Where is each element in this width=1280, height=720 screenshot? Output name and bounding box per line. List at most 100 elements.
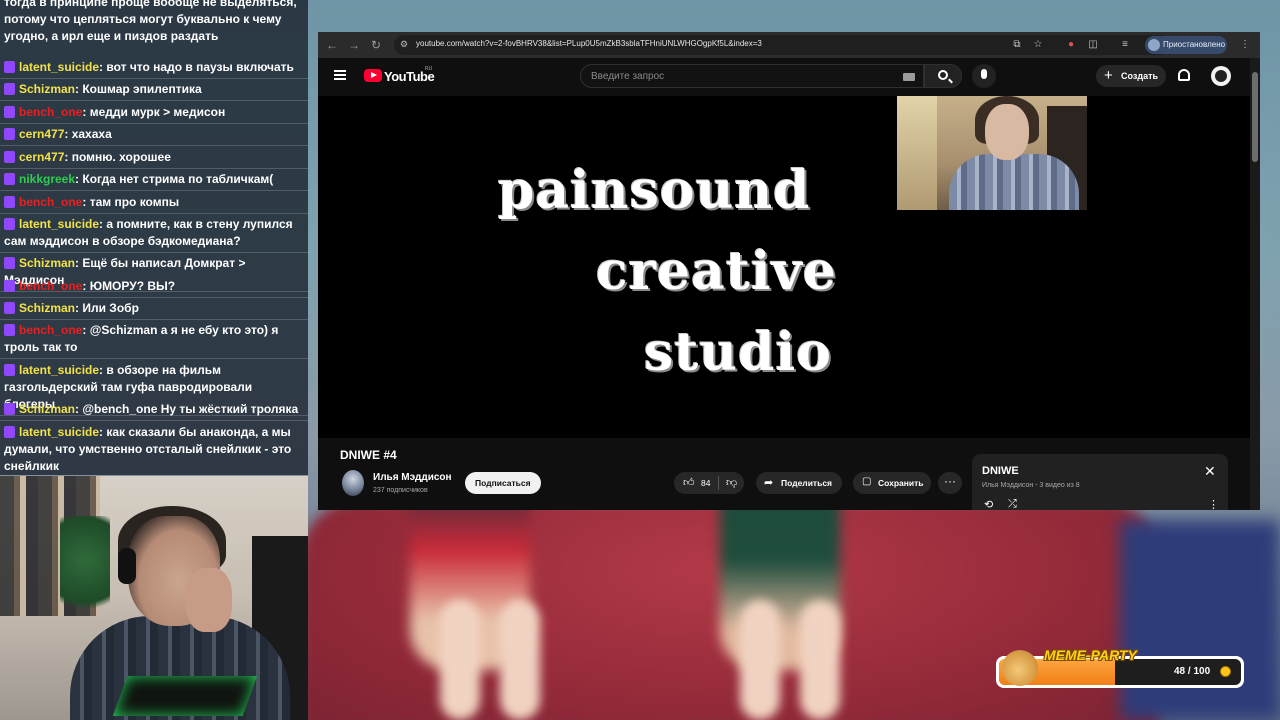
voice-search-button[interactable] [972, 64, 996, 88]
user-avatar[interactable] [1211, 66, 1231, 86]
meme-party-widget: 48 / 100 MEME-PARTY [996, 647, 1244, 688]
chat-message-text: : Или Зобр [75, 301, 139, 315]
hamburger-menu-icon[interactable] [334, 70, 346, 80]
microphone-icon [981, 69, 987, 79]
chat-message: latent_suicide: а помните, как в стену л… [0, 214, 308, 253]
profile-avatar [1148, 39, 1160, 51]
twitch-badge-icon [4, 61, 15, 73]
coin-icon [1220, 666, 1231, 677]
chat-username[interactable]: cern477 [19, 127, 64, 141]
twitch-badge-icon [4, 426, 15, 438]
search-button[interactable] [924, 64, 962, 88]
background-legs [740, 600, 780, 720]
chat-message: cern477: помню. хорошее [0, 147, 308, 169]
chat-message: bench_one: там про компы [0, 192, 308, 214]
twitch-badge-icon [4, 196, 15, 208]
streamer-hand [186, 568, 232, 632]
chat-username[interactable]: cern477 [19, 150, 64, 164]
background-legs [440, 600, 480, 720]
twitch-badge-icon [4, 364, 15, 376]
chat-username[interactable]: Schizman [19, 256, 75, 270]
extension-icon[interactable]: ● [1064, 38, 1078, 52]
chat-username[interactable]: bench_one [19, 323, 82, 337]
chat-username[interactable]: latent_suicide [19, 363, 99, 377]
save-button[interactable]: ▢ Сохранить [853, 472, 931, 494]
chat-message-text: : Кошмар эпилептика [75, 82, 202, 96]
video-player[interactable]: painsound creative studio [318, 96, 1250, 438]
background-side-object [1120, 520, 1280, 720]
keyboard-icon[interactable] [903, 73, 915, 81]
chat-message: latent_suicide: как сказали бы анаконда,… [0, 422, 308, 475]
site-info-icon[interactable]: ⚙ [400, 39, 408, 50]
menu-icon[interactable]: ⋮ [1238, 38, 1252, 52]
more-icon: ··· [944, 474, 956, 488]
chat-username[interactable]: latent_suicide [19, 425, 99, 439]
more-vertical-icon[interactable]: ⋮ [1208, 498, 1219, 510]
address-bar[interactable]: ⚙ youtube.com/watch?v=2-fovBHRV38&list=P… [394, 35, 1170, 55]
twitch-badge-icon [4, 218, 15, 230]
headphones-icon [118, 548, 136, 584]
bookmark-icon: ▢ [862, 476, 872, 487]
channel-avatar[interactable] [342, 470, 364, 496]
search-placeholder: Введите запрос [591, 71, 665, 82]
chat-message-text: : медди мурк > медисон [82, 105, 226, 119]
chat-username[interactable]: bench_one [19, 279, 82, 293]
twitch-badge-icon [4, 128, 15, 140]
channel-name[interactable]: Илья Мэддисон [373, 472, 452, 483]
youtube-header: YouTube RU Введите запрос + Создать [318, 58, 1250, 96]
loop-icon[interactable]: ⟲ [984, 498, 993, 510]
share-button[interactable]: ➦ Поделиться [756, 472, 842, 494]
thumbs-up-icon[interactable]: 👍︎ [683, 476, 695, 489]
chat-message-text: тогда в принципе проще вообще не выделят… [4, 0, 297, 43]
thumbs-down-icon[interactable]: 👎︎ [726, 476, 737, 489]
streamer-webcam [0, 476, 308, 720]
chat-username[interactable]: Schizman [19, 82, 75, 96]
chat-username[interactable]: nikkgreek [19, 172, 75, 186]
twitch-badge-icon [4, 324, 15, 336]
search-input[interactable]: Введите запрос [580, 64, 924, 88]
profile-paused-button[interactable]: Приостановлено [1145, 36, 1227, 54]
chat-username[interactable]: bench_one [19, 195, 82, 209]
chat-message-text: : @bench_one Ну ты жёсткий троляка [75, 402, 299, 416]
video-text-line: studio [644, 322, 832, 383]
plus-icon: + [1104, 67, 1113, 84]
star-icon[interactable]: ☆ [1031, 38, 1045, 52]
back-icon[interactable]: ← [324, 37, 340, 53]
playlist-title[interactable]: DNIWE [982, 465, 1019, 477]
video-text-line: creative [596, 241, 837, 302]
chat-username[interactable]: Schizman [19, 301, 75, 315]
create-button[interactable]: + Создать [1096, 65, 1166, 87]
forward-icon[interactable]: → [346, 37, 362, 53]
chat-username[interactable]: bench_one [19, 105, 82, 119]
chat-message: nikkgreek: Когда нет стрима по табличкам… [0, 169, 308, 191]
reload-icon[interactable]: ↻ [368, 37, 384, 53]
chat-panel: тогда в принципе проще вообще не выделят… [0, 0, 308, 475]
shuffle-icon[interactable]: ⤮ [1008, 498, 1017, 510]
subscribe-button[interactable]: Подписаться [465, 472, 541, 494]
puzzle-icon[interactable]: ◫ [1086, 38, 1100, 52]
youtube-logo-icon[interactable] [364, 69, 382, 82]
url-text[interactable]: youtube.com/watch?v=2-fovBHRV38&list=PLu… [416, 39, 762, 48]
like-count[interactable]: 84 [701, 478, 710, 488]
scrollbar[interactable] [1250, 58, 1260, 510]
chat-message-text: : вот что надо в паузы включать [99, 60, 294, 74]
chat-message: latent_suicide: вот что надо в паузы вкл… [0, 57, 308, 79]
twitch-badge-icon [4, 83, 15, 95]
more-actions-button[interactable]: ··· [938, 472, 962, 494]
playlist-subtitle: Илья Мэддисон - 3 видео из 8 [982, 482, 1080, 489]
chat-username[interactable]: latent_suicide [19, 217, 99, 231]
chat-username[interactable]: Schizman [19, 402, 75, 416]
facecam-body [949, 154, 1079, 210]
share-icon: ➦ [764, 477, 774, 489]
bell-icon[interactable] [1178, 69, 1190, 81]
install-icon[interactable]: ⧉ [1010, 38, 1024, 52]
video-title: DNIWE #4 [340, 448, 397, 462]
twitch-badge-icon [4, 173, 15, 185]
chat-username[interactable]: latent_suicide [19, 60, 99, 74]
search-icon [938, 70, 948, 80]
like-dislike-group: 👍︎ 84 👎︎ [674, 472, 744, 494]
background-legs [500, 600, 540, 720]
close-icon[interactable]: ✕ [1204, 463, 1216, 480]
reading-list-icon[interactable]: ≡ [1118, 38, 1132, 52]
scrollbar-thumb[interactable] [1252, 72, 1258, 162]
